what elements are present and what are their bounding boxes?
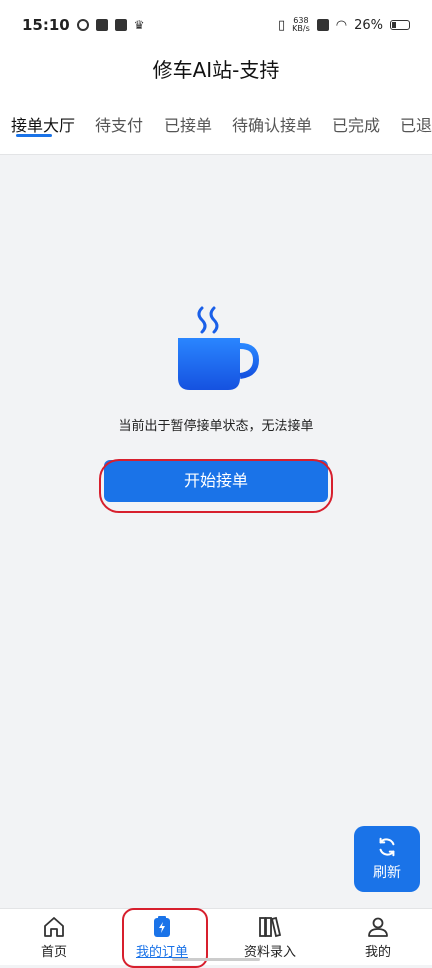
crown-icon: ♛ [133, 18, 145, 32]
tab-accepted[interactable]: 已接单 [164, 112, 212, 136]
status-message: 当前出于暂停接单状态，无法接单 [118, 419, 314, 434]
mail-icon [114, 19, 127, 31]
home-indicator [172, 958, 260, 961]
page-title: 修车AI站-支持 [152, 58, 280, 82]
status-left: 15:10 ♛ [22, 16, 146, 34]
coffee-cup-icon [178, 306, 260, 390]
bottom-nav: 首页 我的订单 资料录入 我的 [0, 908, 432, 965]
refresh-button[interactable]: 刷新 [354, 826, 420, 892]
wifi-icon: ◠ [335, 17, 348, 33]
title-bar: 修车AI站-支持 [0, 50, 432, 90]
tab-refunded[interactable]: 已退 [400, 112, 432, 136]
status-bar: 15:10 ♛ ▯ 638 KB/s ◠ 26% [0, 0, 432, 50]
battery-icon [390, 20, 410, 30]
user-icon [368, 917, 388, 937]
nav-home-label: 首页 [40, 945, 67, 960]
tab-order-hall[interactable]: 接单大厅 [11, 112, 75, 136]
refresh-icon [379, 837, 395, 857]
no-sim-icon [316, 19, 329, 31]
tab-completed[interactable]: 已完成 [332, 112, 380, 136]
tab-pending-payment[interactable]: 待支付 [95, 112, 143, 136]
refresh-label: 刷新 [373, 865, 401, 881]
active-tab-indicator [16, 134, 52, 137]
books-icon [259, 916, 282, 938]
app-notification-icon [95, 19, 108, 31]
start-accepting-orders-button[interactable]: 开始接单 [104, 460, 328, 502]
nav-data-entry[interactable]: 资料录入 [216, 909, 324, 965]
battery-percent: 26% [354, 17, 383, 33]
status-right: ▯ 638 KB/s ◠ 26% [278, 17, 410, 33]
status-time: 15:10 [22, 16, 70, 34]
home-icon [44, 917, 64, 937]
sync-icon [76, 19, 89, 31]
nav-home[interactable]: 首页 [0, 909, 108, 965]
net-speed: 638 KB/s [292, 17, 310, 33]
order-icon [154, 916, 170, 937]
nav-my-orders[interactable]: 我的订单 [108, 909, 216, 965]
tab-pending-confirm[interactable]: 待确认接单 [232, 112, 312, 136]
vibrate-icon: ▯ [277, 17, 286, 33]
order-tabs: 接单大厅 待支付 已接单 待确认接单 已完成 已退 [0, 90, 432, 155]
nav-me[interactable]: 我的 [324, 909, 432, 965]
nav-me-label: 我的 [364, 945, 391, 960]
net-speed-unit: KB/s [292, 24, 310, 33]
